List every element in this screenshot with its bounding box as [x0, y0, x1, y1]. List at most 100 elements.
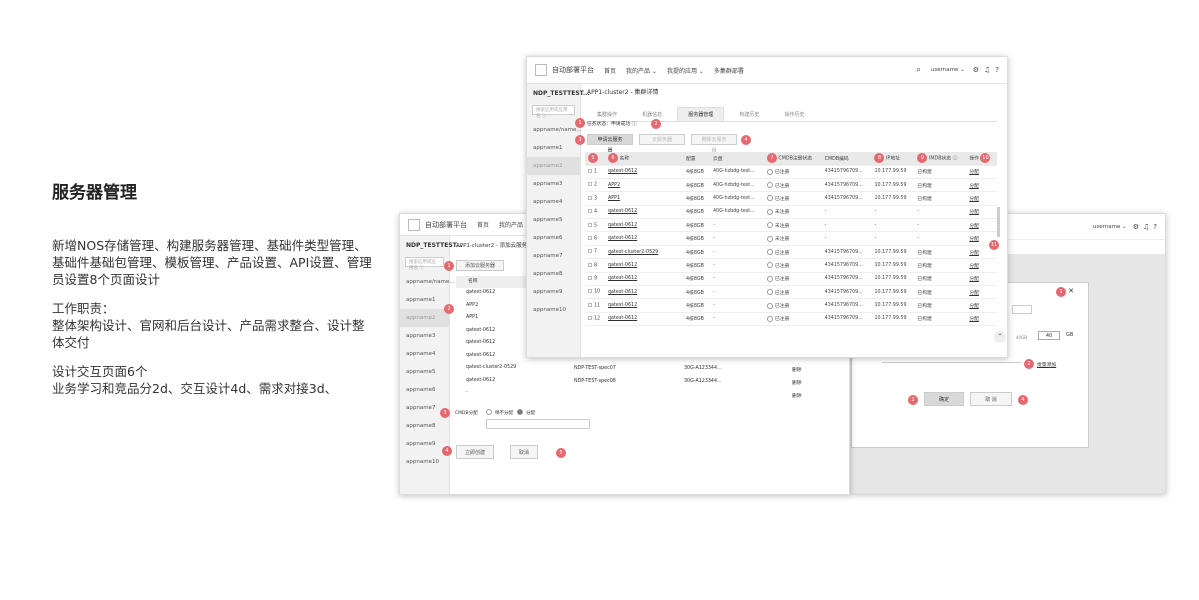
username-menu[interactable]: username ⌄	[931, 67, 965, 73]
sidebar-item[interactable]: appname2	[400, 309, 449, 327]
nav-apps[interactable]: 我提的应用 ⌄	[667, 66, 704, 75]
server-name-link[interactable]: qatest-0612	[608, 290, 637, 295]
row-checkbox[interactable]	[588, 182, 592, 187]
sidebar-search-input[interactable]: 搜索应用或应用名 ⓘ	[405, 257, 444, 271]
help-icon[interactable]: ?	[995, 66, 999, 74]
server-name-link[interactable]: APP2	[608, 183, 620, 188]
assign-link[interactable]: 分配	[969, 237, 979, 242]
gear-icon[interactable]: ⚙	[973, 66, 979, 74]
add-server-button[interactable]: 添加云服务器	[456, 260, 505, 271]
sidebar-item[interactable]: appname9	[527, 283, 580, 301]
sidebar-item[interactable]: appname8	[527, 265, 580, 283]
assign-link[interactable]: 分配	[969, 264, 979, 269]
tab-build-history[interactable]: 构建历史	[729, 108, 769, 121]
assign-link[interactable]: 分配	[969, 317, 979, 322]
confirm-button[interactable]: 确定	[924, 392, 964, 406]
server-name-link[interactable]: qatest-0612	[608, 316, 637, 321]
row-checkbox[interactable]	[588, 302, 592, 307]
radio-no-assign[interactable]	[486, 409, 492, 415]
assign-link[interactable]: 分配	[969, 197, 979, 202]
assign-link[interactable]: 分配	[969, 170, 979, 175]
assign-link[interactable]: 分配	[969, 304, 979, 309]
delete-link[interactable]: 删除	[792, 366, 802, 373]
nav-products[interactable]: 我的产品 ⌄	[626, 66, 657, 75]
nav-multi-cluster[interactable]: 多集群部署	[714, 66, 744, 75]
username-menu[interactable]: username ⌄	[1093, 224, 1127, 230]
server-name-link[interactable]: qatest-0612	[608, 169, 637, 174]
sidebar-item[interactable]: appname5	[527, 211, 580, 229]
assign-link[interactable]: 分配	[969, 224, 979, 229]
sidebar-item[interactable]: appname3	[400, 327, 449, 345]
nav-home[interactable]: 首页	[604, 66, 616, 75]
sidebar-item[interactable]: appname10	[527, 301, 580, 319]
server-name-link[interactable]: qatest-0612	[608, 276, 637, 281]
row-checkbox[interactable]	[588, 276, 592, 281]
select-field[interactable]	[1012, 305, 1032, 314]
back-to-top-icon[interactable]: ⌃	[994, 331, 1006, 343]
search-icon[interactable]: ⌕	[916, 65, 920, 75]
config-cell: 4核8GB	[683, 165, 710, 179]
sidebar-item[interactable]: appname2	[527, 157, 580, 175]
sidebar-item[interactable]: appname1	[527, 139, 580, 157]
sidebar-item[interactable]: appname10	[400, 453, 449, 471]
close-icon[interactable]: ✕	[1068, 287, 1074, 295]
status-icon	[766, 235, 773, 242]
row-checkbox[interactable]	[588, 168, 592, 173]
row-checkbox[interactable]	[588, 209, 592, 214]
bell-icon[interactable]: ♫	[1143, 223, 1149, 231]
server-name-link[interactable]: APP1	[608, 196, 620, 201]
server-name-cell: qatest-0612	[605, 231, 683, 246]
sidebar-item[interactable]: appname6	[400, 381, 449, 399]
nav-home[interactable]: 首页	[477, 220, 489, 229]
spec-cell: NDP-TEST-spec08	[574, 379, 616, 384]
server-name-link[interactable]: qatest-0612	[608, 303, 637, 308]
sidebar-item[interactable]: appname4	[400, 345, 449, 363]
cancel-button[interactable]: 取 消	[970, 392, 1012, 406]
add-server-button[interactable]: 云服务器	[639, 134, 685, 145]
tab-operation-history[interactable]: 操作历史	[774, 108, 814, 121]
row-checkbox[interactable]	[588, 249, 592, 254]
bell-icon[interactable]: ♫	[984, 66, 990, 74]
add-disk-link[interactable]: 批量添加	[1037, 361, 1056, 368]
delete-link[interactable]: 删除	[792, 379, 802, 386]
server-name-link[interactable]: qatest-0612	[608, 236, 637, 241]
sidebar-item[interactable]: appname/name...	[527, 121, 582, 139]
server-name-link[interactable]: qatest-0612	[608, 209, 637, 214]
tab-server-management[interactable]: 服务器管理	[677, 107, 725, 121]
cmdb-select[interactable]	[486, 419, 590, 429]
scrollbar[interactable]	[997, 207, 1000, 237]
sidebar-search-input[interactable]: 搜索应用或应用名 ⓘ	[532, 105, 575, 119]
cancel-button[interactable]: 取消	[510, 445, 539, 459]
disk-input[interactable]: 40	[1038, 331, 1060, 340]
help-icon[interactable]: ?	[1153, 223, 1157, 231]
row-checkbox[interactable]	[588, 289, 592, 294]
row-checkbox[interactable]	[588, 195, 592, 200]
delete-server-button[interactable]: 删除云服务器	[691, 134, 737, 154]
radio-assign[interactable]	[517, 409, 523, 415]
sidebar-item[interactable]: appname/name...	[400, 273, 455, 291]
delete-link[interactable]: 删除	[792, 392, 802, 399]
sidebar-item[interactable]: appname5	[400, 363, 449, 381]
server-name-link[interactable]: qatest-0612	[608, 263, 637, 268]
sidebar-item[interactable]: appname8	[400, 417, 449, 435]
sidebar-item[interactable]: appname1	[400, 291, 449, 309]
assign-link[interactable]: 分配	[969, 251, 979, 256]
status-icon	[766, 222, 773, 229]
row-checkbox[interactable]	[588, 235, 592, 240]
gear-icon[interactable]: ⚙	[1133, 223, 1139, 231]
assign-link[interactable]: 分配	[969, 277, 979, 282]
row-checkbox[interactable]	[588, 316, 592, 321]
create-now-button[interactable]: 立即创建	[456, 445, 495, 459]
row-checkbox[interactable]	[588, 222, 592, 227]
server-name-link[interactable]: qatest-0612	[608, 223, 637, 228]
apply-server-button[interactable]: 申请云服务器	[587, 134, 633, 154]
sidebar-item[interactable]: appname3	[527, 175, 580, 193]
server-name-link[interactable]: qatest-cluster2-0529	[608, 250, 658, 255]
sidebar-item[interactable]: appname4	[527, 193, 580, 211]
assign-link[interactable]: 分配	[969, 291, 979, 296]
assign-link[interactable]: 分配	[969, 184, 979, 189]
sidebar-item[interactable]: appname7	[527, 247, 580, 265]
assign-link[interactable]: 分配	[969, 210, 979, 215]
row-checkbox[interactable]	[588, 262, 592, 267]
sidebar-item[interactable]: appname6	[527, 229, 580, 247]
